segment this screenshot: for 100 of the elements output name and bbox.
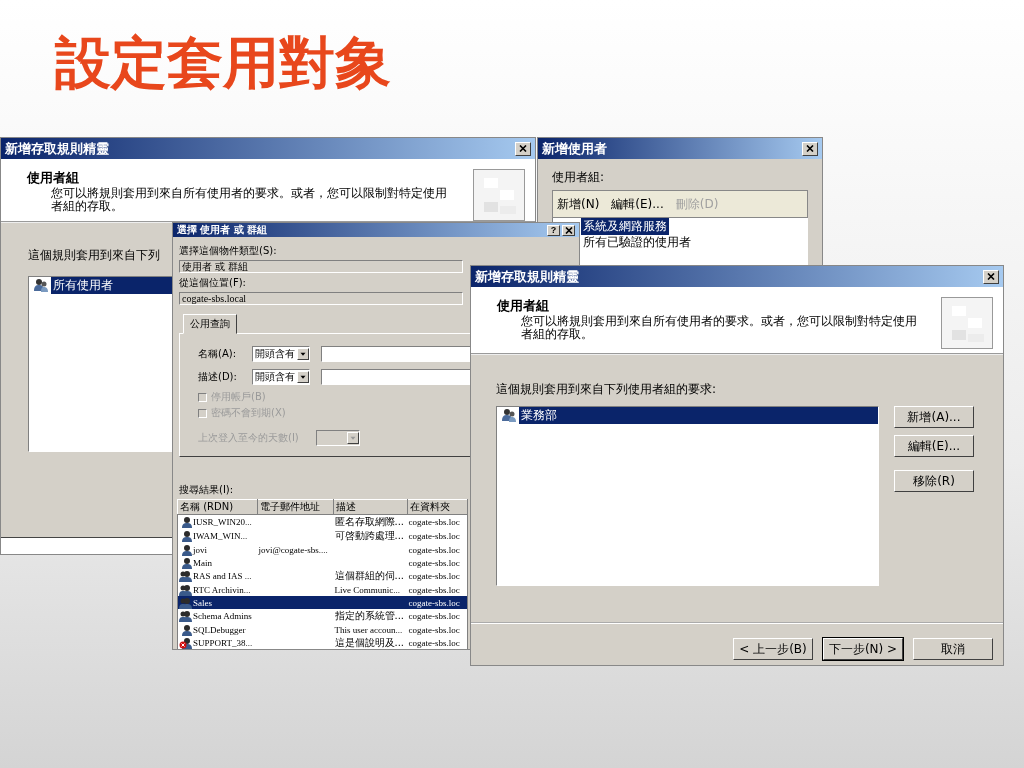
header-heading: 使用者組 xyxy=(27,169,79,187)
dropdown[interactable]: 開頭含有 xyxy=(252,369,310,385)
nav-button[interactable]: 取消 xyxy=(913,638,993,660)
user-group-icon xyxy=(501,408,517,422)
header-description: 您可以將規則套用到來自所有使用者的要求。或者，您可以限制對特定使用者組的存取。 xyxy=(51,187,447,213)
nav-button[interactable]: 下一步(N) > xyxy=(823,638,903,660)
table-cell: cogate-sbs.loc xyxy=(408,611,460,621)
caret-icon xyxy=(297,371,309,383)
input-field[interactable] xyxy=(321,346,471,362)
table-row[interactable]: IWAM_WIN... 可啓動跨處理... cogate-sbs.loc xyxy=(177,529,468,543)
user-icon xyxy=(179,543,192,556)
column-header[interactable]: 名稱 (RDN) xyxy=(177,499,258,515)
table-cell: cogate-sbs.loc xyxy=(408,557,460,568)
toolbar-button[interactable]: 新增(N) xyxy=(557,195,600,213)
close-button[interactable] xyxy=(983,269,999,284)
table-cell: cogate-sbs.loc xyxy=(408,571,460,581)
group-icon xyxy=(179,596,192,609)
table-row[interactable]: Sales cogate-sbs.loc xyxy=(177,596,468,609)
table-cell: 可啓動跨處理... xyxy=(334,530,405,541)
table-row[interactable]: jovi jovi@cogate-sbs.... cogate-sbs.loc xyxy=(177,543,468,556)
object-type-field: 使用者 或 群組 xyxy=(179,260,463,273)
list-label: 使用者組: xyxy=(552,169,605,186)
table-cell: RTC Archivin... xyxy=(193,584,251,595)
close-icon xyxy=(564,226,573,234)
table-row[interactable]: SQLDebugger This user accoun... cogate-sbs.loc xyxy=(177,623,468,636)
side-button[interactable]: 新增(A)... xyxy=(894,406,974,428)
table-cell: IUSR_WIN20... xyxy=(193,517,252,527)
list-label: 這個規則套用到來自下列使用者組的要求: xyxy=(496,381,717,398)
table-cell: 這是個說明及... xyxy=(334,637,405,648)
header-heading: 使用者組 xyxy=(497,297,549,315)
table-cell: SUPPORT_38... xyxy=(193,638,253,648)
group-icon xyxy=(179,610,192,622)
close-button[interactable] xyxy=(515,141,531,156)
user-icon xyxy=(179,623,192,636)
location-field: cogate-sbs.local xyxy=(179,292,463,305)
table-cell: cogate-sbs.loc xyxy=(408,597,460,608)
tab[interactable]: 公用查詢 xyxy=(183,314,237,334)
table-cell: SQLDebugger xyxy=(193,624,246,635)
dropdown[interactable]: 開頭含有 xyxy=(252,346,310,362)
slide-title: 設定套用對象 xyxy=(55,29,391,97)
caret-icon xyxy=(297,348,309,360)
close-button[interactable] xyxy=(562,224,575,236)
field-label: 搜尋結果(I): xyxy=(179,483,234,497)
side-button[interactable]: 編輯(E)... xyxy=(894,435,974,457)
group-icon xyxy=(179,570,192,582)
table-cell: Schema Admins xyxy=(193,611,252,621)
field-label: 選擇這個物件類型(S): xyxy=(179,244,277,258)
list-item[interactable]: 所有使用者 xyxy=(51,276,172,294)
window-title: 選擇 使用者 或 群組 xyxy=(177,223,268,237)
table-cell: jovi@cogate-sbs.... xyxy=(258,544,328,555)
side-button[interactable]: 移除(R) xyxy=(894,470,974,492)
table-row[interactable]: SUPPORT_38... 這是個說明及... cogate-sbs.loc xyxy=(177,636,468,649)
table-cell: Main xyxy=(193,557,212,568)
help-button[interactable]: ? xyxy=(547,224,560,236)
field-label: 從這個位置(F): xyxy=(179,276,246,290)
list-item[interactable]: 所有已驗證的使用者 xyxy=(581,233,693,251)
table-cell: RAS and IAS ... xyxy=(193,571,252,581)
table-row[interactable]: RTC Archivin... Live Communic... cogate-sbs.loc xyxy=(177,583,468,596)
column-header[interactable]: 電子郵件地址 xyxy=(257,499,334,515)
window-title: 新增存取規則精靈 xyxy=(475,267,579,286)
user-icon xyxy=(179,516,192,528)
list-item[interactable]: 業務部 xyxy=(519,406,878,424)
input-field[interactable] xyxy=(321,369,471,385)
table-row[interactable]: RAS and IAS ... 這個群組的伺... cogate-sbs.loc xyxy=(177,569,468,583)
window-title: 新增使用者 xyxy=(542,139,607,158)
close-icon xyxy=(519,145,527,152)
table-cell: Live Communic... xyxy=(334,584,400,595)
table-row[interactable]: Schema Admins 指定的系統管... cogate-sbs.loc xyxy=(177,609,468,623)
tile-graphic xyxy=(941,297,993,349)
table-cell: cogate-sbs.loc xyxy=(408,517,460,527)
column-header[interactable]: 描述 xyxy=(333,499,408,515)
table-cell: cogate-sbs.loc xyxy=(408,624,460,635)
table-cell: Sales xyxy=(193,597,212,608)
window-title: 新增存取規則精靈 xyxy=(5,139,109,158)
table-cell: IWAM_WIN... xyxy=(193,531,248,541)
table-cell: 這個群組的伺... xyxy=(334,570,405,581)
field-label: 描述(D): xyxy=(198,370,238,384)
table-cell: cogate-sbs.loc xyxy=(408,584,460,595)
table-cell: 匿名存取網際... xyxy=(334,516,405,527)
header-description: 您可以將規則套用到來自所有使用者的要求。或者，您可以限制對特定使用者組的存取。 xyxy=(521,315,917,341)
list-label: 這個規則套用到來自下列 xyxy=(28,247,160,264)
table-cell: jovi xyxy=(193,544,207,555)
table-cell: 指定的系統管... xyxy=(334,610,405,621)
user-group-icon xyxy=(33,278,49,292)
table-cell: cogate-sbs.loc xyxy=(408,638,460,648)
table-cell: This user accoun... xyxy=(334,624,403,635)
user-icon xyxy=(179,556,192,569)
table-row[interactable]: Main cogate-sbs.loc xyxy=(177,556,468,569)
user-icon xyxy=(179,530,192,542)
toolbar-button[interactable]: 編輯(E)... xyxy=(611,195,664,213)
table-row[interactable]: IUSR_WIN20... 匿名存取網際... cogate-sbs.loc xyxy=(177,514,468,529)
column-header[interactable]: 在資料夾 xyxy=(407,499,468,515)
table-cell: cogate-sbs.loc xyxy=(408,531,460,541)
close-button[interactable] xyxy=(802,141,818,156)
field-label: 名稱(A): xyxy=(198,347,237,361)
nav-button[interactable]: < 上一步(B) xyxy=(733,638,813,660)
caret-icon xyxy=(347,432,359,444)
close-icon xyxy=(806,145,814,152)
group-icon xyxy=(179,583,192,596)
close-icon xyxy=(987,273,995,280)
